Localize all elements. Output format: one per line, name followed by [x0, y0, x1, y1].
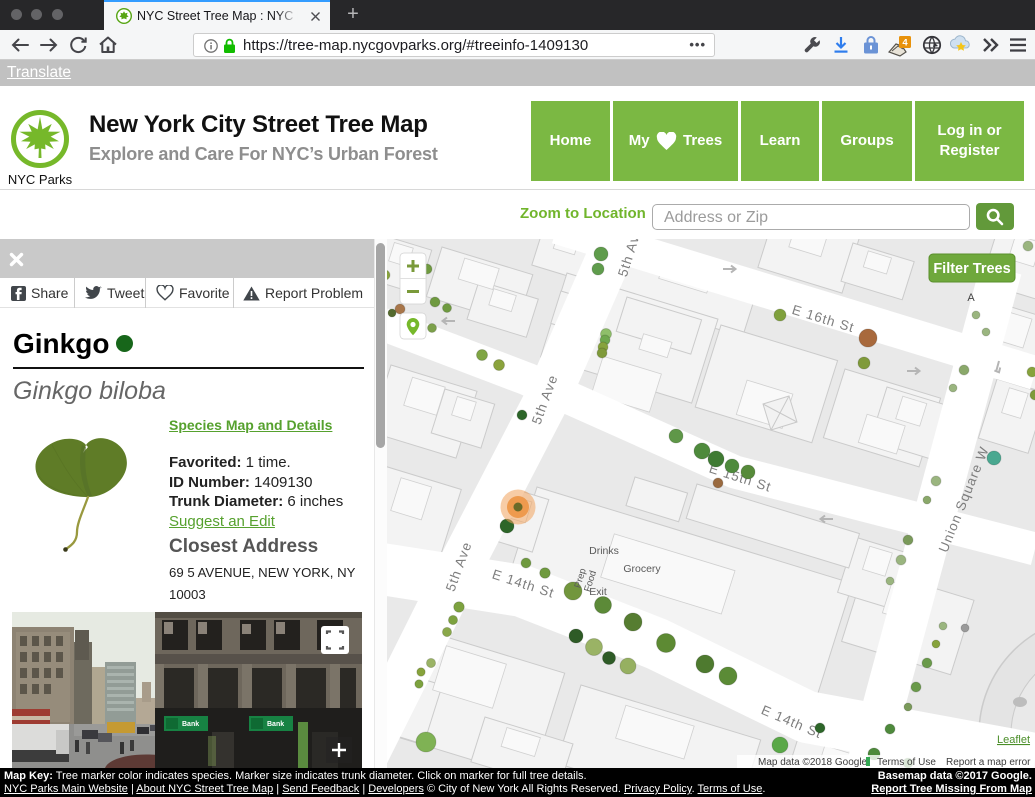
svg-text:Map data ©2018 Google: Map data ©2018 Google [758, 757, 868, 768]
svg-text:Report a map error: Report a map error [946, 757, 1031, 768]
svg-text:Leaflet: Leaflet [997, 734, 1030, 746]
svg-text:Terms of Use: Terms of Use [877, 757, 936, 768]
svg-text:Drinks: Drinks [589, 545, 619, 557]
svg-text:Bank: Bank [182, 721, 199, 728]
svg-text:Grocery: Grocery [623, 563, 661, 575]
svg-text:Exit: Exit [589, 586, 607, 598]
svg-text:Bank: Bank [267, 721, 284, 728]
svg-text:Filter Trees: Filter Trees [933, 261, 1010, 277]
svg-text:4: 4 [902, 38, 908, 49]
svg-text:A: A [967, 292, 975, 304]
